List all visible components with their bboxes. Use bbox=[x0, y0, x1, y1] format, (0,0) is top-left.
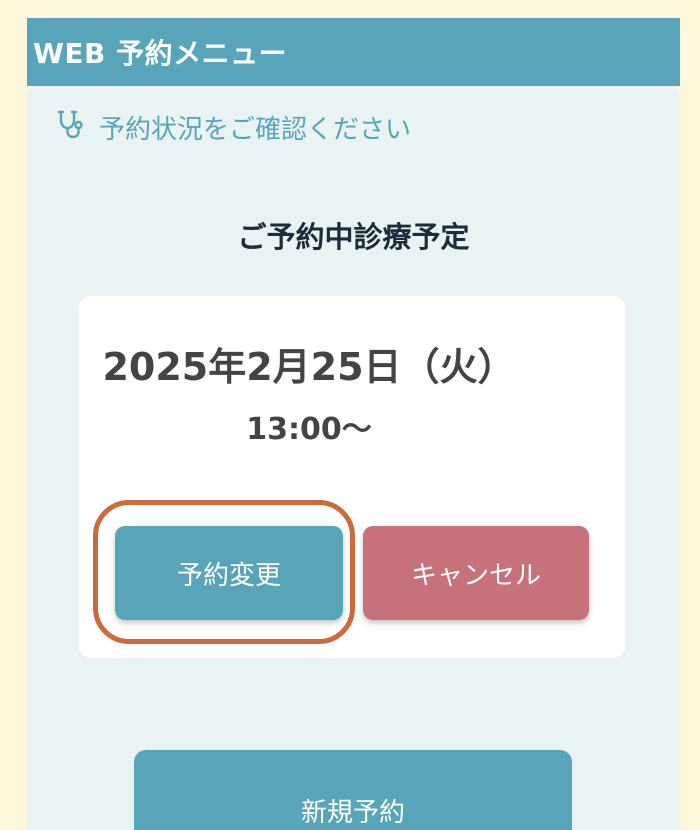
new-reservation-button[interactable]: 新規予約 bbox=[134, 750, 572, 830]
app-frame: WEB 予約メニュー 予約状況をご確認ください ご予約中診療予定 2025年2月… bbox=[27, 18, 680, 830]
cancel-reservation-button[interactable]: キャンセル bbox=[363, 526, 589, 620]
reservation-date: 2025年2月25日（火） bbox=[102, 345, 516, 389]
status-text: 予約状況をご確認ください bbox=[99, 115, 412, 145]
stethoscope-icon bbox=[55, 108, 99, 147]
header-bar: WEB 予約メニュー bbox=[27, 18, 680, 86]
status-line: 予約状況をご確認ください bbox=[55, 108, 411, 147]
main-panel: 予約状況をご確認ください ご予約中診療予定 2025年2月25日（火） 13:0… bbox=[27, 86, 680, 830]
page-title: WEB 予約メニュー bbox=[33, 37, 288, 70]
section-title: ご予約中診療予定 bbox=[237, 220, 470, 254]
reservation-time: 13:00〜 bbox=[246, 412, 372, 447]
change-reservation-button[interactable]: 予約変更 bbox=[115, 526, 343, 620]
reservation-card: 2025年2月25日（火） 13:00〜 予約変更 キャンセル bbox=[79, 296, 625, 658]
